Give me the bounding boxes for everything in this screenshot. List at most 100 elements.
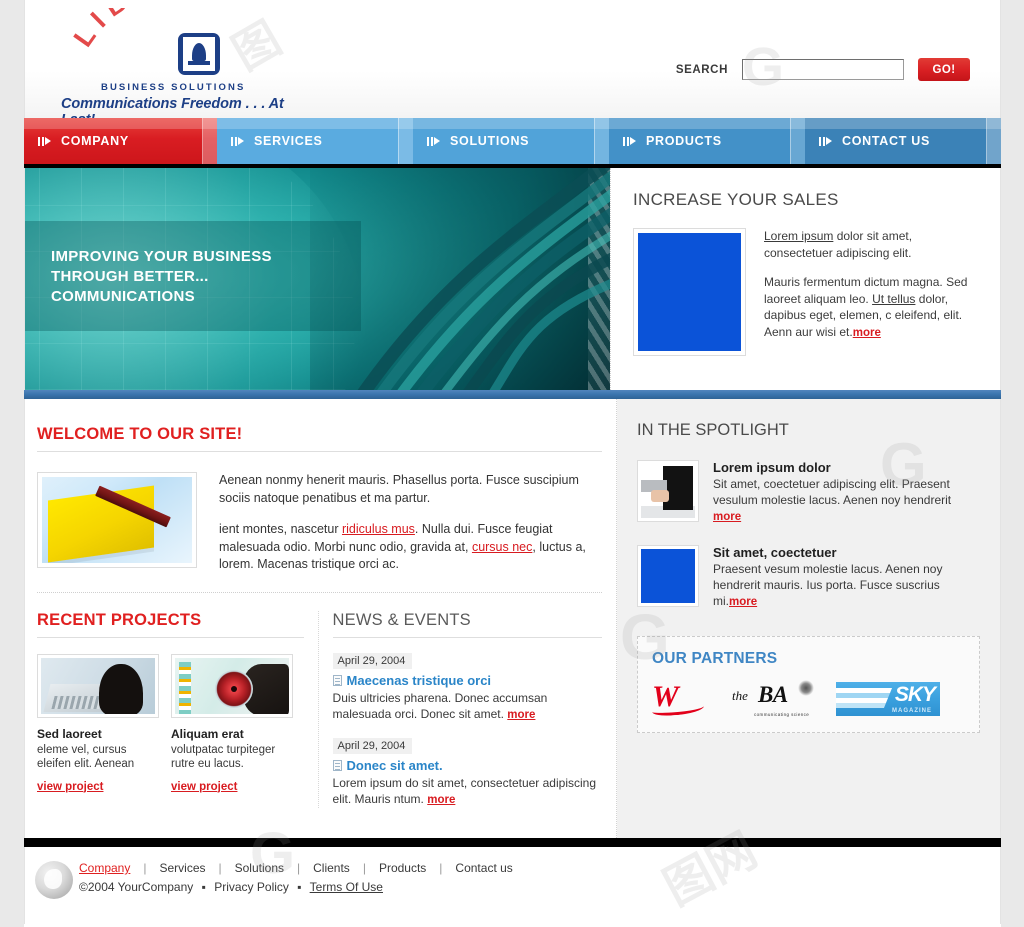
welcome-link-ridiculus-mus[interactable]: ridiculus mus: [342, 522, 415, 536]
nav-label: COMPANY: [61, 134, 129, 148]
footer-copyright: ©2004 YourCompany ▪ Privacy Policy ▪ Ter…: [79, 880, 383, 894]
projects-title: RECENT PROJECTS: [37, 610, 202, 629]
nav-arrow-icon: [819, 136, 832, 146]
spotlight-thumbnail-placeholder[interactable]: [637, 545, 699, 607]
nav-label: SERVICES: [254, 134, 323, 148]
nav-item-company[interactable]: COMPANY: [24, 118, 217, 164]
page-container: LIBERTY BUSINESS SOLUTIONS Communication…: [24, 0, 1001, 927]
logo-subtitle-small: BUSINESS SOLUTIONS: [101, 82, 246, 93]
news-body: Duis ultricies pharena. Donec accumsan m…: [333, 690, 602, 723]
spotlight-name: Sit amet, coectetuer: [713, 545, 837, 560]
spotlight-item: Lorem ipsum dolor Sit amet, coectetuer a…: [637, 460, 980, 525]
welcome-rule: [37, 451, 602, 452]
content-divider: [37, 591, 602, 593]
site-logo[interactable]: LIBERTY BUSINESS SOLUTIONS Communication…: [61, 8, 321, 128]
view-project-link[interactable]: view project: [37, 781, 103, 793]
hero-line-1: IMPROVING YOUR BUSINESS: [51, 248, 272, 265]
nav-label: PRODUCTS: [646, 134, 722, 148]
spotlight-description: Praesent vesum molestie lacus. Aenen noy…: [713, 561, 980, 610]
footer-link-contact-us[interactable]: Contact us: [455, 861, 512, 875]
spotlight-description: Sit amet, coectetuer adipiscing elit. Pr…: [713, 476, 980, 525]
main-navigation: COMPANY SERVICES SOLUTIONS PRODUCTS CONT…: [24, 118, 1001, 168]
partners-title: OUR PARTNERS: [652, 650, 778, 667]
project-card: Sed laoreet eleme vel, cursus eleifen el…: [37, 653, 159, 795]
site-footer: Company | Services | Solutions | Clients…: [24, 847, 1001, 924]
spotlight-more-link[interactable]: more: [729, 596, 757, 608]
increase-sales-panel: INCREASE YOUR SALES Lorem ipsum dolor si…: [610, 168, 1000, 390]
project-thumbnail-dial[interactable]: [171, 653, 293, 718]
site-header: LIBERTY BUSINESS SOLUTIONS Communication…: [24, 0, 1001, 128]
news-item: April 29, 2004 Maecenas tristique orci D…: [332, 651, 602, 723]
news-more-link[interactable]: more: [507, 709, 535, 721]
left-column: WELCOME TO OUR SITE! Aenean nonmy heneri…: [25, 399, 617, 838]
news-body-text: Lorem ipsum do sit amet, consectetuer ad…: [332, 775, 596, 806]
liberty-bell-icon: [178, 33, 220, 75]
spotlight-title: IN THE SPOTLIGHT: [637, 421, 789, 439]
sales-more-link[interactable]: more: [853, 327, 881, 339]
terms-of-use-link[interactable]: Terms Of Use: [310, 880, 383, 894]
sales-inline-link-2[interactable]: Ut tellus: [872, 292, 915, 306]
footer-link-clients[interactable]: Clients: [313, 861, 350, 875]
search-area: SEARCH GO!: [676, 58, 970, 81]
nav-arrow-icon: [427, 136, 440, 146]
nav-item-solutions[interactable]: SOLUTIONS: [413, 118, 609, 164]
view-project-link[interactable]: view project: [171, 781, 237, 793]
nav-item-contact-us[interactable]: CONTACT US: [805, 118, 1001, 164]
hero-line-2: THROUGH BETTER...: [51, 268, 209, 285]
sales-title: INCREASE YOUR SALES: [633, 190, 839, 209]
welcome-title: WELCOME TO OUR SITE!: [37, 425, 243, 443]
news-more-link[interactable]: more: [427, 794, 455, 806]
welcome-paragraph-2: ient montes, nascetur ridiculus mus. Nul…: [219, 521, 602, 574]
footer-link-solutions[interactable]: Solutions: [235, 861, 284, 875]
document-icon: [332, 674, 342, 686]
search-input[interactable]: [742, 59, 904, 80]
news-title: NEWS & EVENTS: [332, 610, 471, 629]
hero-caption: IMPROVING YOUR BUSINESS THROUGH BETTER..…: [25, 221, 361, 331]
privacy-policy-link[interactable]: Privacy Policy: [214, 880, 289, 894]
main-content: WELCOME TO OUR SITE! Aenean nonmy heneri…: [24, 399, 1001, 838]
spotlight-thumbnail-handshake[interactable]: [637, 460, 699, 522]
news-headline[interactable]: Maecenas tristique orci: [347, 673, 492, 688]
nav-label: CONTACT US: [842, 134, 931, 148]
hero-banner: IMPROVING YOUR BUSINESS THROUGH BETTER..…: [25, 168, 610, 390]
nav-item-products[interactable]: PRODUCTS: [609, 118, 805, 164]
news-item: April 29, 2004 Donec sit amet. Lorem ips…: [332, 736, 602, 808]
section-divider-band: [24, 390, 1001, 399]
spotlight-more-link[interactable]: more: [713, 511, 741, 523]
news-date: April 29, 2004: [332, 737, 413, 754]
project-name: Sed laoreet: [37, 726, 102, 741]
nav-arrow-icon: [623, 136, 636, 146]
sales-thumbnail: [633, 228, 746, 356]
project-description: volutpatac turpiteger rutre eu lacus.: [171, 743, 276, 771]
sales-inline-link-1[interactable]: Lorem ipsum: [764, 229, 833, 243]
document-icon: [332, 759, 342, 771]
news-headline[interactable]: Donec sit amet.: [347, 758, 443, 773]
w-logo[interactable]: W: [651, 682, 710, 717]
hero-row: IMPROVING YOUR BUSINESS THROUGH BETTER..…: [24, 168, 1001, 390]
project-name: Aliquam erat: [171, 726, 244, 741]
news-events-section: NEWS & EVENTS April 29, 2004 Maecenas tr…: [317, 610, 602, 808]
search-go-button[interactable]: GO!: [918, 58, 970, 81]
copyright-text: ©2004 YourCompany: [79, 880, 194, 894]
sales-paragraph-2: Mauris fermentum dictum magna. Sed laore…: [764, 274, 978, 341]
spotlight-item: Sit amet, coectetuer Praesent vesum mole…: [637, 545, 980, 610]
welcome-link-cursus-nec[interactable]: cursus nec: [472, 540, 532, 554]
footer-link-products[interactable]: Products: [379, 861, 426, 875]
news-rule: [332, 636, 602, 638]
search-label: SEARCH: [675, 63, 728, 76]
footer-link-services[interactable]: Services: [159, 861, 205, 875]
footer-link-company[interactable]: Company: [79, 861, 130, 875]
right-sidebar: IN THE SPOTLIGHT Lorem ipsum dolor Sit a…: [617, 399, 1000, 838]
the-ba-logo[interactable]: the BA communicating science: [732, 680, 814, 717]
hero-line-3: COMMUNICATIONS: [51, 288, 195, 305]
projects-rule: [37, 636, 304, 638]
news-body: Lorem ipsum do sit amet, consectetuer ad…: [333, 775, 602, 808]
sky-magazine-logo[interactable]: SKY MAGAZINE: [836, 682, 940, 716]
project-description: eleme vel, cursus eleifen elit. Aenean: [37, 743, 135, 771]
nav-item-services[interactable]: SERVICES: [217, 118, 413, 164]
footer-navigation: Company | Services | Solutions | Clients…: [79, 861, 513, 875]
nav-label: SOLUTIONS: [450, 134, 530, 148]
welcome-paragraph-1: Aenean nonmy henerit mauris. Phasellus p…: [219, 473, 579, 505]
project-thumbnail-laptop[interactable]: [37, 653, 159, 718]
sales-paragraph-1: Lorem ipsum dolor sit amet, consectetuer…: [764, 228, 978, 261]
